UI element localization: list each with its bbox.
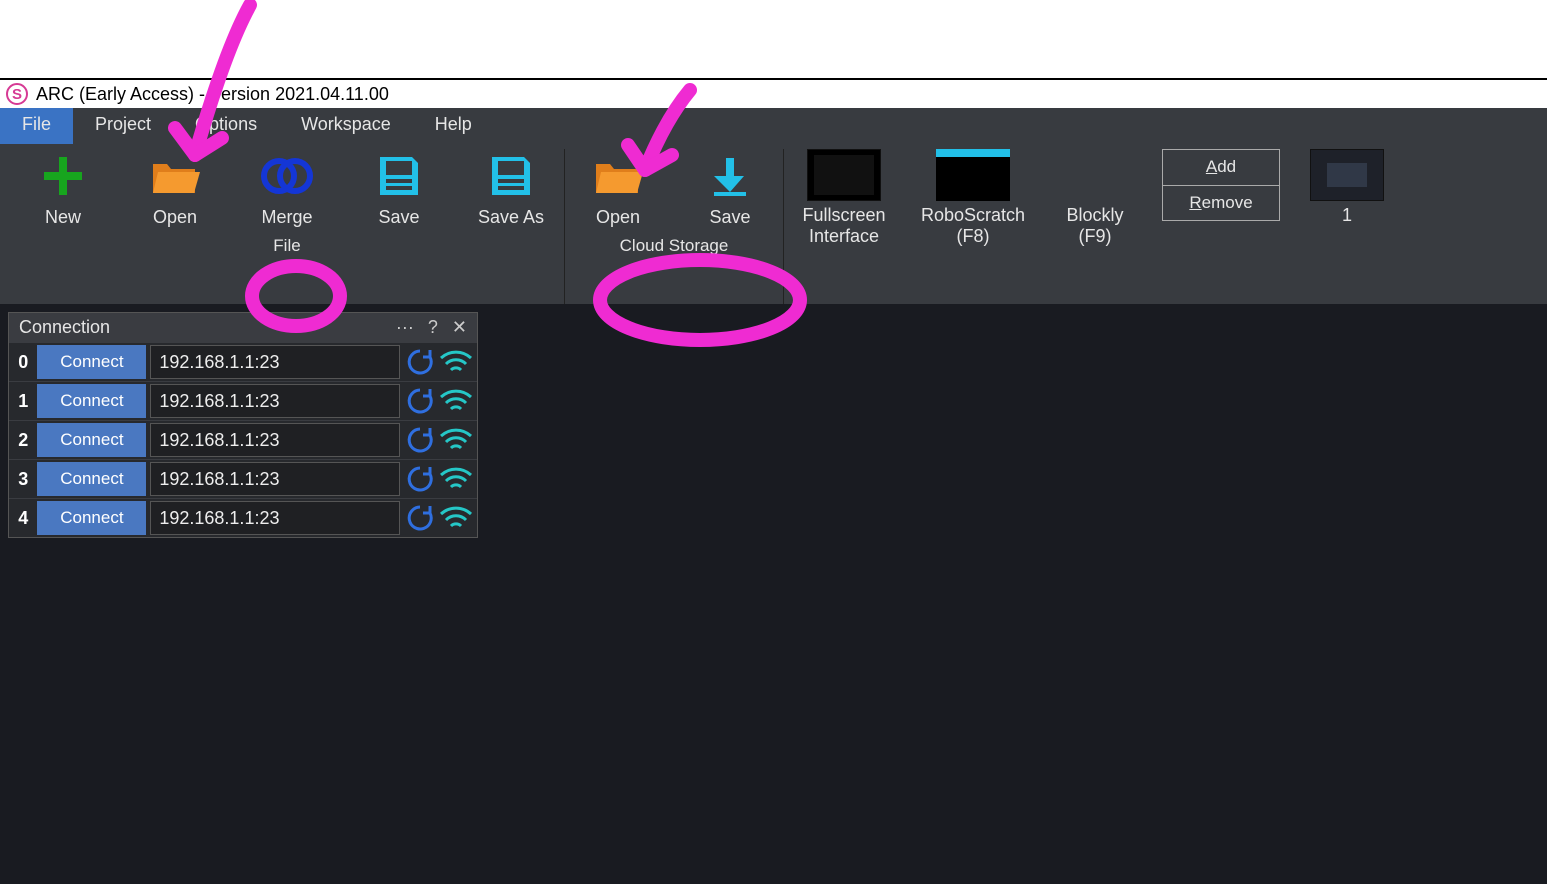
- connection-address-input[interactable]: [150, 423, 400, 457]
- connection-address-input[interactable]: [150, 345, 400, 379]
- connect-button[interactable]: Connect: [37, 462, 146, 496]
- roboscratch-label: RoboScratch (F8): [921, 205, 1025, 246]
- connection-panel-header: Connection ··· ? ✕: [9, 313, 477, 342]
- fullscreen-thumb-icon: [807, 149, 881, 201]
- connection-address-input[interactable]: [150, 462, 400, 496]
- wifi-icon[interactable]: [439, 462, 473, 496]
- blockly-thumb-icon: [1058, 149, 1132, 201]
- browser-top-whitespace: [0, 0, 1547, 80]
- new-button[interactable]: New: [18, 149, 108, 228]
- workspace-area: Connection ··· ? ✕ 0 Connect 1 Connect 2…: [0, 304, 1547, 884]
- refresh-icon[interactable]: [404, 501, 435, 535]
- add-button[interactable]: Add: [1163, 150, 1279, 186]
- merge-icon: [260, 149, 314, 203]
- connection-help-icon[interactable]: ?: [428, 317, 438, 338]
- ribbon-group-cloud-label: Cloud Storage: [620, 228, 729, 262]
- plus-icon: [36, 149, 90, 203]
- new-label: New: [45, 207, 81, 228]
- merge-label: Merge: [261, 207, 312, 228]
- connection-index: 2: [13, 430, 33, 451]
- fullscreen-label: Fullscreen Interface: [802, 205, 885, 246]
- wifi-icon[interactable]: [439, 345, 473, 379]
- add-remove-box: Add Remove: [1162, 149, 1280, 221]
- merge-button[interactable]: Merge: [242, 149, 332, 228]
- wifi-icon[interactable]: [439, 384, 473, 418]
- save-label: Save: [378, 207, 419, 228]
- connect-button[interactable]: Connect: [37, 345, 146, 379]
- download-icon: [703, 149, 757, 203]
- connection-more-icon[interactable]: ···: [396, 317, 414, 338]
- refresh-icon[interactable]: [404, 384, 435, 418]
- connection-address-input[interactable]: [150, 501, 400, 535]
- connection-row: 4 Connect: [9, 498, 477, 537]
- fullscreen-interface-button[interactable]: Fullscreen Interface: [792, 149, 896, 246]
- roboscratch-button[interactable]: RoboScratch (F8): [918, 149, 1028, 246]
- save-as-label: Save As: [478, 207, 544, 228]
- menu-bar: File Project Options Workspace Help: [0, 108, 1547, 144]
- workspace-thumb-icon: [1310, 149, 1384, 201]
- connection-address-input[interactable]: [150, 384, 400, 418]
- save-cloud-button[interactable]: Save: [685, 149, 775, 228]
- blockly-label: Blockly (F9): [1066, 205, 1123, 246]
- refresh-icon[interactable]: [404, 423, 435, 457]
- save-as-button[interactable]: Save As: [466, 149, 556, 228]
- refresh-icon[interactable]: [404, 345, 435, 379]
- connection-index: 3: [13, 469, 33, 490]
- remove-button[interactable]: Remove: [1163, 186, 1279, 221]
- roboscratch-thumb-icon: [936, 149, 1010, 201]
- wifi-icon[interactable]: [439, 501, 473, 535]
- connection-index: 0: [13, 352, 33, 373]
- connection-row: 0 Connect: [9, 342, 477, 381]
- connection-row: 1 Connect: [9, 381, 477, 420]
- refresh-icon[interactable]: [404, 462, 435, 496]
- menu-options[interactable]: Options: [173, 108, 279, 144]
- connect-button[interactable]: Connect: [37, 423, 146, 457]
- connection-index: 4: [13, 508, 33, 529]
- menu-help[interactable]: Help: [413, 108, 494, 144]
- menu-project[interactable]: Project: [73, 108, 173, 144]
- window-titlebar: S ARC (Early Access) - Version 2021.04.1…: [0, 80, 1547, 108]
- ribbon-group-cloud: Open Save Cloud Storage: [565, 149, 784, 304]
- workspace-thumb-1[interactable]: 1: [1302, 149, 1392, 226]
- app-logo-icon: S: [6, 83, 28, 105]
- connection-close-icon[interactable]: ✕: [452, 317, 467, 338]
- ribbon-group-file-label: File: [273, 228, 300, 262]
- save-icon: [372, 149, 426, 203]
- connection-panel-title: Connection: [19, 317, 110, 338]
- connection-row: 2 Connect: [9, 420, 477, 459]
- blockly-button[interactable]: Blockly (F9): [1050, 149, 1140, 246]
- add-label-rest: dd: [1217, 157, 1236, 176]
- open-file-button[interactable]: Open: [130, 149, 220, 228]
- remove-label-rest: emove: [1202, 193, 1253, 212]
- save-as-icon: [484, 149, 538, 203]
- connect-button[interactable]: Connect: [37, 501, 146, 535]
- connection-panel: Connection ··· ? ✕ 0 Connect 1 Connect 2…: [8, 312, 478, 538]
- wifi-icon[interactable]: [439, 423, 473, 457]
- open-cloud-button[interactable]: Open: [573, 149, 663, 228]
- window-title: ARC (Early Access) - Version 2021.04.11.…: [36, 84, 389, 105]
- menu-file[interactable]: File: [0, 108, 73, 144]
- ribbon-group-file: New Open Merge Save: [10, 149, 565, 304]
- save-button[interactable]: Save: [354, 149, 444, 228]
- open-file-label: Open: [153, 207, 197, 228]
- folder-open-cloud-icon: [591, 149, 645, 203]
- connect-button[interactable]: Connect: [37, 384, 146, 418]
- connection-row: 3 Connect: [9, 459, 477, 498]
- connection-index: 1: [13, 391, 33, 412]
- ribbon-toolbar: New Open Merge Save: [0, 144, 1547, 304]
- save-cloud-label: Save: [709, 207, 750, 228]
- menu-workspace[interactable]: Workspace: [279, 108, 413, 144]
- folder-open-icon: [148, 149, 202, 203]
- ribbon-group-views: Fullscreen Interface RoboScratch (F8) Bl…: [784, 149, 1400, 304]
- workspace-thumb-label: 1: [1342, 205, 1352, 226]
- open-cloud-label: Open: [596, 207, 640, 228]
